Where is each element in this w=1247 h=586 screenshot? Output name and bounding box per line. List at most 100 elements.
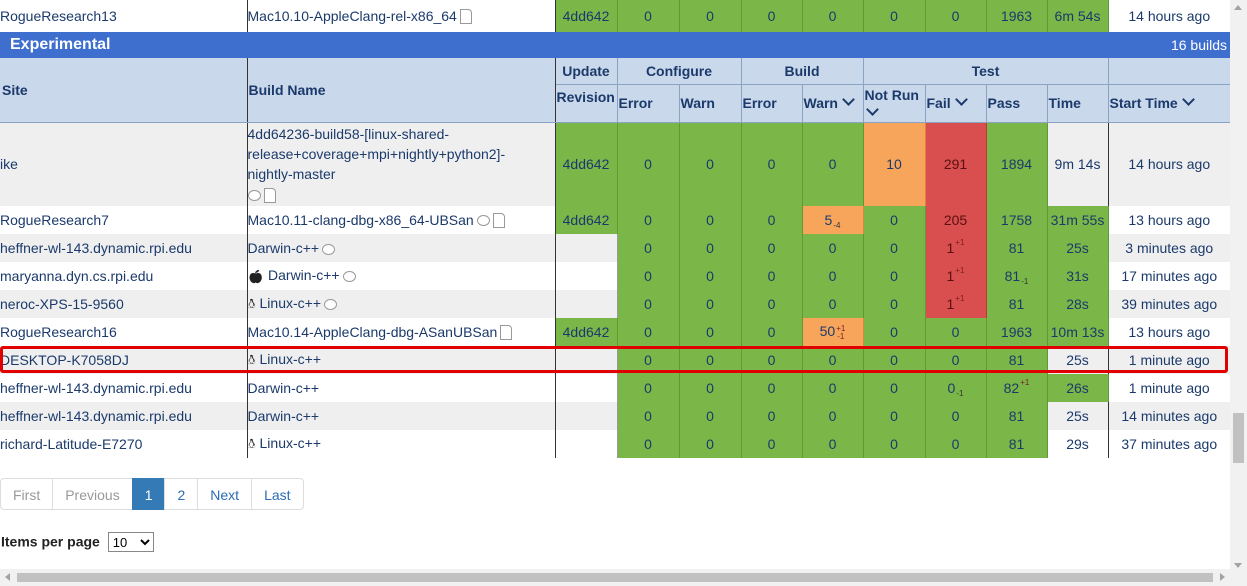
revision-cell[interactable]: 4dd642 [555, 122, 618, 206]
site-link[interactable]: neroc-XPS-15-9560 [0, 290, 248, 318]
build-name-link[interactable]: Darwin-c++ [248, 380, 320, 396]
build-name-link[interactable]: 4dd64236-build58-[linux-shared-release+c… [248, 126, 506, 182]
fail-cell[interactable]: 0 [925, 318, 987, 346]
not-run-cell[interactable]: 10 [863, 122, 926, 206]
site-link[interactable]: heffner-wl-143.dynamic.rpi.edu [0, 402, 248, 430]
not-run-cell[interactable]: 0 [863, 290, 926, 318]
revision-cell[interactable]: 4dd642 [555, 318, 618, 346]
site-link[interactable]: maryanna.dyn.cs.rpi.edu [0, 262, 248, 290]
scroll-down-arrow-icon[interactable] [1234, 563, 1242, 568]
table-row[interactable]: maryanna.dyn.cs.rpi.edu 🍎︎ Darwin-c++ 0 0… [0, 262, 1230, 290]
site-link[interactable]: heffner-wl-143.dynamic.rpi.edu [0, 234, 248, 262]
build-name-cell[interactable]: 🐧︎ Linux-c++ [247, 430, 556, 458]
build-name-link[interactable]: Linux-c++ [260, 295, 321, 311]
pass-cell[interactable]: 81 [986, 346, 1048, 374]
build-name-cell[interactable]: 🐧︎ Linux-c++ [247, 346, 556, 374]
build-warn-cell[interactable]: 0 [802, 122, 864, 206]
col-pass[interactable]: Pass [986, 84, 1048, 123]
revision-cell[interactable]: 4dd642 [555, 0, 618, 32]
configure-error-cell[interactable]: 0 [617, 234, 680, 262]
build-error-cell[interactable]: 0 [741, 430, 803, 458]
revision-cell[interactable]: 4dd642 [555, 206, 618, 234]
table-row[interactable]: RogueResearch13 Mac10.10-AppleClang-rel-… [0, 0, 1230, 32]
build-error-cell[interactable]: 0 [741, 402, 803, 430]
configure-warn-cell[interactable]: 0 [679, 234, 742, 262]
build-error-cell[interactable]: 0 [741, 122, 803, 206]
table-row-highlighted[interactable]: DESKTOP-K7058DJ 🐧︎ Linux-c++ 0 0 0 0 0 0 … [0, 346, 1230, 374]
configure-error-cell[interactable]: 0 [617, 206, 680, 234]
not-run-cell[interactable]: 0 [863, 234, 926, 262]
col-build-warn[interactable]: Warn [802, 84, 864, 123]
build-name-link[interactable]: Darwin-c++ [268, 267, 340, 283]
col-start-time[interactable]: Start Time [1108, 84, 1231, 123]
pass-cell[interactable]: 81 [986, 430, 1048, 458]
table-row[interactable]: richard-Latitude-E7270 🐧︎ Linux-c++ 0 0 0… [0, 430, 1230, 458]
configure-warn-cell[interactable]: 0 [679, 206, 742, 234]
pass-cell[interactable]: 81 [986, 234, 1048, 262]
col-revision[interactable]: Revision [555, 84, 618, 123]
build-warn-cell[interactable]: 5-4 [802, 206, 864, 234]
fail-cell[interactable]: 0-1 [925, 374, 987, 402]
table-row[interactable]: RogueResearch16 Mac10.14-AppleClang-dbg-… [0, 318, 1230, 346]
table-row[interactable]: heffner-wl-143.dynamic.rpi.edu Darwin-c+… [0, 234, 1230, 262]
page-first-button[interactable]: First [0, 478, 54, 510]
build-warn-cell[interactable]: 0 [802, 374, 864, 402]
not-run-cell[interactable]: 0 [863, 318, 926, 346]
table-row[interactable]: heffner-wl-143.dynamic.rpi.edu Darwin-c+… [0, 402, 1230, 430]
configure-error-cell[interactable]: 0 [617, 430, 680, 458]
site-link[interactable]: DESKTOP-K7058DJ [0, 346, 248, 374]
fail-cell[interactable]: 291 [925, 122, 987, 206]
table-row[interactable]: heffner-wl-143.dynamic.rpi.edu Darwin-c+… [0, 374, 1230, 402]
page-2-button[interactable]: 2 [164, 478, 199, 510]
configure-error-cell[interactable]: 0 [617, 346, 680, 374]
notes-bubble-icon[interactable] [342, 271, 356, 283]
build-warn-cell[interactable]: 0 [802, 346, 864, 374]
fail-cell[interactable]: 1+1 [925, 290, 987, 318]
build-name-link[interactable]: Darwin-c++ [248, 240, 320, 256]
configure-error-cell[interactable]: 0 [617, 402, 680, 430]
notes-bubble-icon[interactable] [322, 243, 336, 255]
page-1-button[interactable]: 1 [131, 478, 166, 510]
horizontal-scroll-thumb[interactable] [17, 573, 1213, 582]
pass-cell[interactable]: 81 [986, 402, 1048, 430]
site-link[interactable]: RogueResearch7 [0, 206, 248, 234]
page-previous-button[interactable]: Previous [52, 478, 133, 510]
configure-error-cell[interactable]: 0 [617, 290, 680, 318]
site-link[interactable]: ike [0, 122, 248, 206]
configure-error-cell[interactable]: 0 [617, 122, 680, 206]
pass-cell[interactable]: 1963 [986, 0, 1048, 32]
items-per-page-select[interactable]: 10 [107, 532, 154, 552]
build-name-cell[interactable]: 🍎︎ Darwin-c++ [247, 262, 556, 290]
build-error-cell[interactable]: 0 [741, 290, 803, 318]
scroll-right-arrow-icon[interactable] [1220, 573, 1225, 581]
build-name-cell[interactable]: Mac10.14-AppleClang-dbg-ASanUBSan [247, 318, 556, 346]
build-name-cell[interactable]: Mac10.11-clang-dbg-x86_64-UBSan [247, 206, 556, 234]
build-warn-cell[interactable]: 0 [802, 430, 864, 458]
not-run-cell[interactable]: 0 [863, 262, 926, 290]
configure-error-cell[interactable]: 0 [617, 262, 680, 290]
note-icon[interactable] [492, 213, 505, 229]
col-configure-warn[interactable]: Warn [679, 84, 742, 123]
col-configure-error[interactable]: Error [617, 84, 680, 123]
notes-bubble-icon[interactable] [476, 215, 490, 227]
configure-warn-cell[interactable]: 0 [679, 402, 742, 430]
table-row[interactable]: neroc-XPS-15-9560 🐧︎ Linux-c++ 0 0 0 0 0 … [0, 290, 1230, 318]
fail-cell[interactable]: 1+1 [925, 234, 987, 262]
build-name-cell[interactable]: Darwin-c++ [247, 234, 556, 262]
col-time[interactable]: Time [1047, 84, 1109, 123]
build-warn-cell[interactable]: 50+1 -1 [802, 318, 864, 346]
build-name-link[interactable]: Linux-c++ [260, 351, 321, 367]
fail-cell[interactable]: 0 [925, 430, 987, 458]
build-name-cell[interactable]: Darwin-c++ [247, 402, 556, 430]
configure-warn-cell[interactable]: 0 [679, 346, 742, 374]
col-build-name[interactable]: Build Name [247, 58, 556, 123]
build-error-cell[interactable]: 0 [741, 234, 803, 262]
fail-cell[interactable]: 205 [925, 206, 987, 234]
table-row[interactable]: RogueResearch7 Mac10.11-clang-dbg-x86_64… [0, 206, 1230, 234]
notes-bubble-icon[interactable] [324, 298, 337, 310]
configure-warn-cell[interactable]: 0 [679, 430, 742, 458]
build-name-link[interactable]: Mac10.10-AppleClang-rel-x86_64 [248, 8, 457, 24]
col-build-error[interactable]: Error [741, 84, 803, 123]
configure-warn-cell[interactable]: 0 [679, 290, 742, 318]
page-last-button[interactable]: Last [251, 478, 304, 510]
